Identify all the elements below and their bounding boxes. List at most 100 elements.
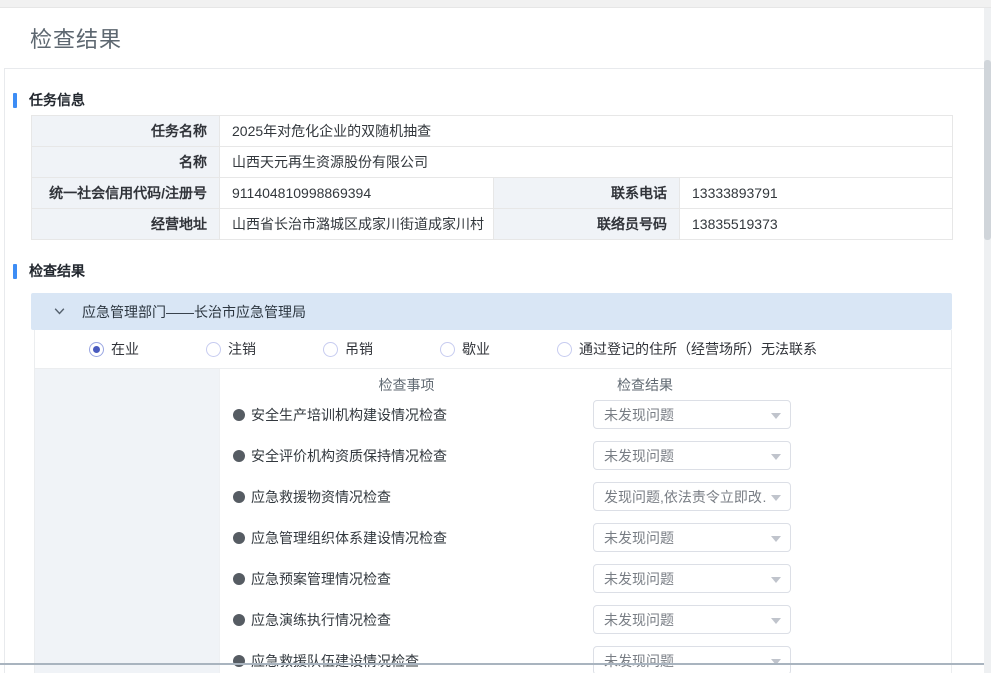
inspection-item-label: 应急演练执行情况检查 <box>251 610 391 630</box>
caret-down-icon <box>771 536 781 542</box>
inspection-row: 应急预案管理情况检查 未发现问题 <box>220 558 951 599</box>
result-section-header: 检查结果 <box>13 261 85 281</box>
result-select-value: 未发现问题 <box>604 528 766 548</box>
bullet-icon <box>233 450 245 462</box>
table-row: 经营地址 山西省长治市潞城区成家川街道成家川村 联络员号码 1383551937… <box>32 209 953 240</box>
status-radio[interactable]: 注销 <box>206 339 256 359</box>
status-radio-group: 在业 注销 吊销 歇业 通过登记的住所（经营场所）无法联系 <box>35 330 951 369</box>
inspection-row: 应急救援物资情况检查 发现问题,依法责令立即改… <box>220 476 951 517</box>
bullet-icon <box>233 532 245 544</box>
inspection-item-label: 安全生产培训机构建设情况检查 <box>251 405 447 425</box>
result-select-value: 未发现问题 <box>604 569 766 589</box>
radio-icon <box>440 342 455 357</box>
section-title: 检查结果 <box>29 261 85 281</box>
field-label-task-name: 任务名称 <box>32 116 220 147</box>
field-value-company-name: 山西天元再生资源股份有限公司 <box>220 147 953 178</box>
content-card: 任务信息 任务名称 2025年对危化企业的双随机抽查 名称 山西天元再生资源股份… <box>4 68 985 673</box>
inspection-main: 检查事项 检查结果 安全生产培训机构建设情况检查 未发现问题 安全评价机构资质保… <box>220 369 951 673</box>
field-label-address: 经营地址 <box>32 209 220 240</box>
page-title: 检查结果 <box>30 22 122 54</box>
status-radio[interactable]: 吊销 <box>323 339 373 359</box>
inspection-row: 应急救援队伍建设情况检查 未发现问题 <box>220 640 951 673</box>
field-value-contact-number: 13835519373 <box>680 209 953 240</box>
inspection-item: 安全评价机构资质保持情况检查 <box>220 446 593 466</box>
radio-label: 歇业 <box>462 339 490 359</box>
inspection-item: 应急管理组织体系建设情况检查 <box>220 528 593 548</box>
table-row: 任务名称 2025年对危化企业的双随机抽查 <box>32 116 953 147</box>
radio-icon <box>89 342 104 357</box>
inspection-left-cell <box>35 369 220 673</box>
radio-label: 注销 <box>228 339 256 359</box>
radio-icon <box>557 342 572 357</box>
inspection-item-label: 应急救援队伍建设情况检查 <box>251 651 419 671</box>
result-select-value: 发现问题,依法责令立即改… <box>604 487 766 507</box>
inspection-item-label: 应急救援物资情况检查 <box>251 487 391 507</box>
radio-icon <box>323 342 338 357</box>
bullet-icon <box>233 614 245 626</box>
inspection-item-label: 安全评价机构资质保持情况检查 <box>251 446 447 466</box>
result-select[interactable]: 未发现问题 <box>593 605 791 634</box>
radio-icon <box>206 342 221 357</box>
item-column-header: 检查事项 <box>220 375 593 395</box>
result-select[interactable]: 发现问题,依法责令立即改… <box>593 482 791 511</box>
status-radio[interactable]: 通过登记的住所（经营场所）无法联系 <box>557 339 817 359</box>
radio-label: 吊销 <box>345 339 373 359</box>
inspection-item-label: 应急预案管理情况检查 <box>251 569 391 589</box>
inspection-rows: 安全生产培训机构建设情况检查 未发现问题 安全评价机构资质保持情况检查 未发现问… <box>220 394 951 673</box>
bullet-icon <box>233 491 245 503</box>
result-select[interactable]: 未发现问题 <box>593 523 791 552</box>
top-strip <box>0 0 991 8</box>
result-column-header: 检查结果 <box>593 375 697 395</box>
inspection-item: 应急救援队伍建设情况检查 <box>220 651 593 671</box>
radio-label: 通过登记的住所（经营场所）无法联系 <box>579 339 817 359</box>
inspection-row: 安全生产培训机构建设情况检查 未发现问题 <box>220 394 951 435</box>
caret-down-icon <box>771 577 781 583</box>
bullet-icon <box>233 573 245 585</box>
field-label-contact-number: 联络员号码 <box>494 209 680 240</box>
result-select-value: 未发现问题 <box>604 651 766 671</box>
inspection-row: 应急演练执行情况检查 未发现问题 <box>220 599 951 640</box>
result-box: 在业 注销 吊销 歇业 通过登记的住所（经营场所）无法联系 <box>34 330 952 673</box>
field-label-phone: 联系电话 <box>494 178 680 209</box>
inspection-item: 应急预案管理情况检查 <box>220 569 593 589</box>
scrollbar-thumb[interactable] <box>984 60 991 240</box>
result-select[interactable]: 未发现问题 <box>593 441 791 470</box>
inspection-row: 应急管理组织体系建设情况检查 未发现问题 <box>220 517 951 558</box>
status-radio[interactable]: 歇业 <box>440 339 490 359</box>
chevron-down-icon <box>53 305 66 318</box>
inspection-result-screen: 检查结果 任务信息 任务名称 2025年对危化企业的双随机抽查 名称 山西天元再… <box>0 0 991 673</box>
section-accent-bar <box>13 93 17 108</box>
inspection-item-label: 应急管理组织体系建设情况检查 <box>251 528 447 548</box>
result-select-value: 未发现问题 <box>604 446 766 466</box>
inspection-column-headers: 检查事项 检查结果 <box>220 369 951 394</box>
caret-down-icon <box>771 413 781 419</box>
result-select[interactable]: 未发现问题 <box>593 646 791 673</box>
table-row: 名称 山西天元再生资源股份有限公司 <box>32 147 953 178</box>
status-radio[interactable]: 在业 <box>89 339 139 359</box>
inspection-item: 应急救援物资情况检查 <box>220 487 593 507</box>
task-info-section-header: 任务信息 <box>13 90 85 110</box>
result-select[interactable]: 未发现问题 <box>593 564 791 593</box>
caret-down-icon <box>771 495 781 501</box>
bullet-icon <box>233 409 245 421</box>
result-select-value: 未发现问题 <box>604 405 766 425</box>
field-value-task-name: 2025年对危化企业的双随机抽查 <box>220 116 953 147</box>
table-row: 统一社会信用代码/注册号 911404810998869394 联系电话 133… <box>32 178 953 209</box>
field-value-phone: 13333893791 <box>680 178 953 209</box>
bottom-divider <box>0 663 991 665</box>
field-label-credit-code: 统一社会信用代码/注册号 <box>32 178 220 209</box>
inspection-item: 安全生产培训机构建设情况检查 <box>220 405 593 425</box>
field-value-credit-code: 911404810998869394 <box>220 178 494 209</box>
department-title: 应急管理部门——长治市应急管理局 <box>82 302 306 322</box>
result-select[interactable]: 未发现问题 <box>593 400 791 429</box>
caret-down-icon <box>771 618 781 624</box>
inspection-table: 检查事项 检查结果 安全生产培训机构建设情况检查 未发现问题 安全评价机构资质保… <box>35 369 951 673</box>
vertical-scrollbar[interactable] <box>984 8 991 673</box>
field-label-company-name: 名称 <box>32 147 220 178</box>
radio-label: 在业 <box>111 339 139 359</box>
section-title: 任务信息 <box>29 90 85 110</box>
result-select-value: 未发现问题 <box>604 610 766 630</box>
caret-down-icon <box>771 454 781 460</box>
department-collapse-header[interactable]: 应急管理部门——长治市应急管理局 <box>31 293 952 330</box>
task-info-table: 任务名称 2025年对危化企业的双随机抽查 名称 山西天元再生资源股份有限公司 … <box>31 115 953 240</box>
